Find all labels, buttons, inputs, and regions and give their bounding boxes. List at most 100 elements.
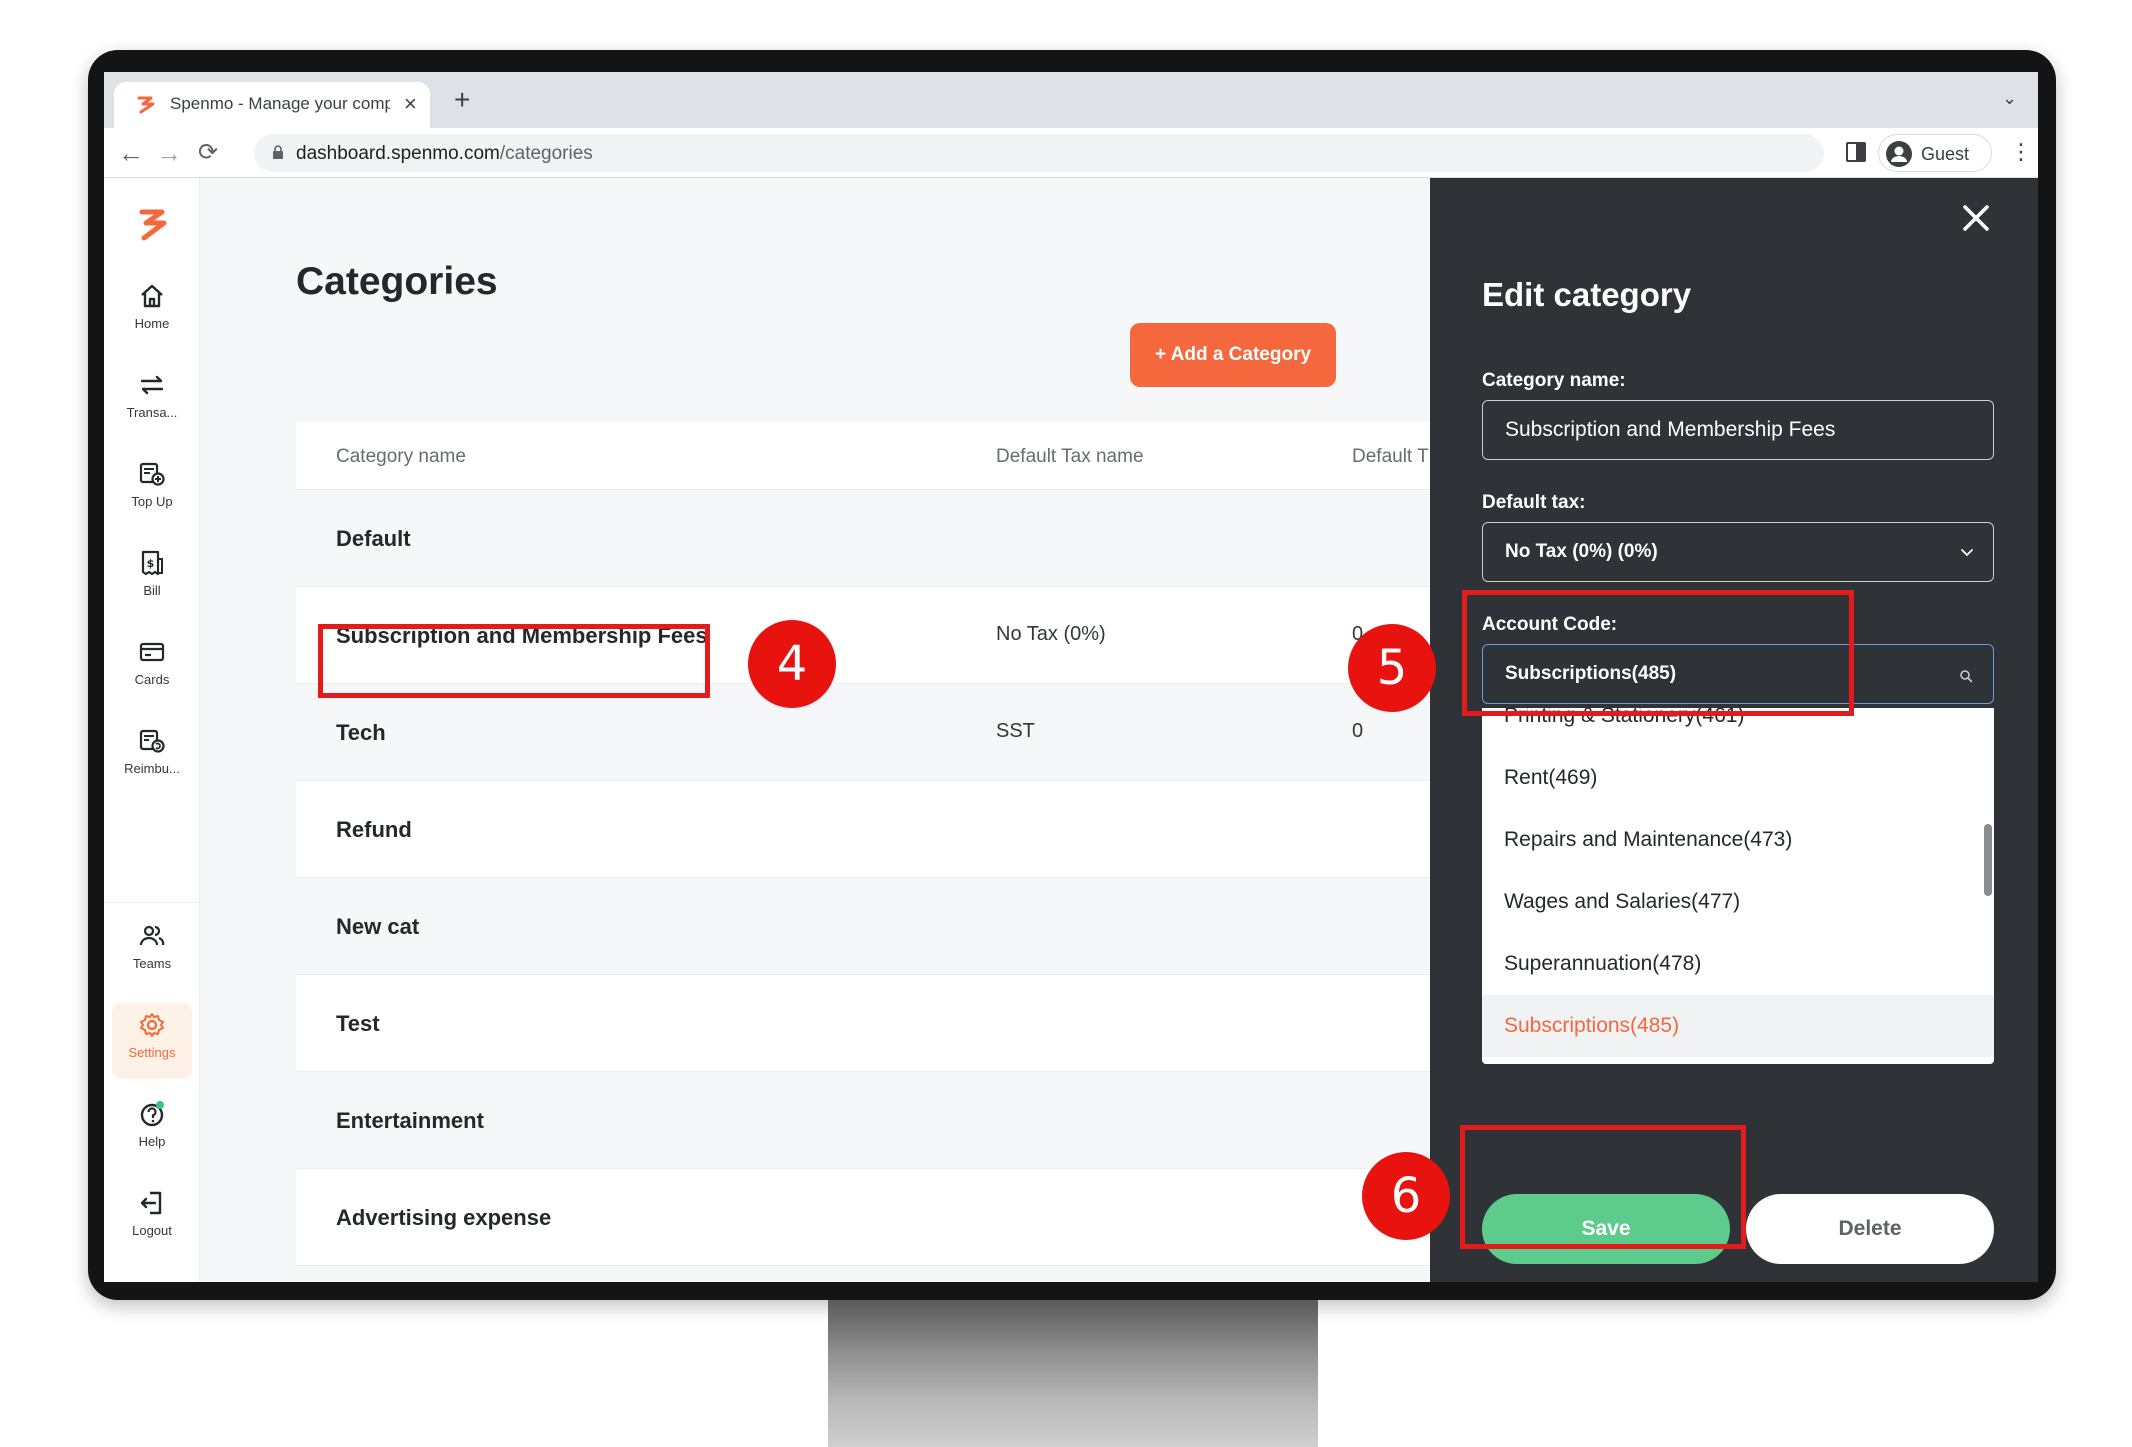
sidebar-item-label: Logout	[132, 1223, 172, 1238]
tab-search-icon[interactable]: ⌄	[2002, 88, 2017, 109]
table-row[interactable]: New cat	[296, 878, 1430, 975]
screen: Spenmo - Manage your company × + ⌄ ← → ⟳…	[104, 72, 2038, 1282]
sidebar-item-cards[interactable]: Cards	[112, 630, 192, 706]
row-tax-rate: 0	[1352, 720, 1364, 742]
lock-icon	[273, 145, 283, 159]
callout-box-save	[1460, 1125, 1746, 1249]
column-header-default-tax-rate: Default T	[1352, 446, 1429, 467]
dropdown-option[interactable]: Superannuation(478)	[1482, 933, 1994, 995]
sidebar-item-label: Home	[134, 316, 170, 331]
row-category-name: Refund	[336, 817, 412, 842]
teams-icon	[139, 925, 165, 946]
tab-close-icon[interactable]: ×	[404, 90, 417, 118]
step-badge-6: 6	[1362, 1152, 1450, 1240]
edit-category-drawer: Edit category Category name: Subscriptio…	[1430, 178, 2038, 1282]
dropdown-option-selected[interactable]: Subscriptions(485)	[1482, 995, 1994, 1057]
spenmo-logo-icon[interactable]	[136, 206, 170, 244]
column-header-default-tax-name: Default Tax name	[996, 446, 1144, 467]
help-icon	[140, 1101, 164, 1127]
sidebar-item-label: Teams	[132, 956, 172, 971]
table-row[interactable]: Tech SST 0	[296, 684, 1430, 781]
sidebar-item-label: Bill	[143, 583, 161, 598]
sidebar-item-label: Top Up	[131, 494, 173, 509]
drawer-title: Edit category	[1482, 276, 1692, 313]
sidebar-item-label: Transa...	[126, 405, 178, 420]
home-icon	[141, 284, 163, 308]
dropdown-scrollbar[interactable]	[1984, 824, 1992, 896]
table-row[interactable]: Entertainment	[296, 1072, 1430, 1169]
browser-menu-icon[interactable]: ⋮	[2010, 136, 2032, 168]
delete-button[interactable]: Delete	[1746, 1194, 1994, 1264]
sidebar-item-label: Reimbu...	[124, 761, 180, 776]
sidebar-item-transactions[interactable]: Transa...	[112, 363, 192, 439]
sidebar-item-bill[interactable]: $ Bill	[112, 541, 192, 617]
sidebar-divider	[104, 902, 200, 903]
account-code-dropdown[interactable]: Printing & Stationery(461) Rent(469) Rep…	[1482, 708, 1994, 1064]
browser-toolbar: ← → ⟳ dashboard.spenmo.com/categories Gu…	[104, 128, 2038, 178]
close-icon[interactable]	[1958, 200, 1994, 236]
page-title: Categories	[296, 260, 498, 303]
url-text: dashboard.spenmo.com/categories	[296, 143, 593, 165]
stage: Spenmo - Manage your company × + ⌄ ← → ⟳…	[0, 0, 2132, 1447]
tab-title: Spenmo - Manage your company	[170, 94, 390, 113]
sidebar: Home Transa... Top Up $ Bill Cards Reimb…	[104, 178, 200, 1282]
dropdown-option[interactable]: Wages and Salaries(477)	[1482, 871, 1994, 933]
monitor-stand	[828, 1300, 1318, 1447]
url-host: dashboard.spenmo.com	[296, 143, 500, 164]
back-icon[interactable]: ←	[118, 137, 144, 169]
bill-icon: $	[141, 550, 163, 576]
row-category-name: Entertainment	[336, 1108, 484, 1133]
sidebar-item-label: Cards	[134, 672, 170, 687]
reimbursement-icon	[139, 729, 165, 753]
default-tax-label: Default tax:	[1482, 492, 1586, 513]
default-tax-value: No Tax (0%) (0%)	[1505, 541, 1658, 562]
side-panel-icon[interactable]	[1846, 142, 1866, 162]
table-row[interactable]: Default	[296, 490, 1430, 587]
profile-button[interactable]: Guest	[1878, 134, 1992, 172]
step-badge-5: 5	[1348, 624, 1436, 712]
sidebar-item-teams[interactable]: Teams	[112, 914, 192, 990]
card-icon	[139, 642, 165, 662]
categories-table: Category name Default Tax name Default T…	[296, 422, 1430, 1266]
row-category-name: Advertising expense	[336, 1205, 552, 1230]
browser-tabbar: Spenmo - Manage your company × + ⌄	[104, 72, 2038, 128]
browser-tab[interactable]: Spenmo - Manage your company ×	[114, 82, 430, 128]
dropdown-option[interactable]: Repairs and Maintenance(473)	[1482, 809, 1994, 871]
table-row[interactable]: Advertising expense	[296, 1169, 1430, 1266]
callout-box-account-code	[1462, 590, 1854, 716]
chevron-down-icon	[1961, 549, 1973, 557]
logout-icon	[140, 1191, 162, 1215]
svg-text:$: $	[147, 557, 155, 570]
dropdown-option[interactable]: Rent(469)	[1482, 747, 1994, 809]
sidebar-item-logout[interactable]: Logout	[112, 1181, 192, 1257]
address-bar[interactable]: dashboard.spenmo.com/categories	[254, 134, 1824, 172]
profile-label: Guest	[1921, 144, 1970, 164]
table-header: Category name Default Tax name Default T	[296, 422, 1430, 490]
category-name-label: Category name:	[1482, 370, 1626, 391]
sidebar-item-label: Help	[138, 1134, 166, 1149]
sidebar-item-top-up[interactable]: Top Up	[112, 452, 192, 528]
row-category-name: Test	[336, 1011, 380, 1036]
sidebar-item-reimbursement[interactable]: Reimbu...	[112, 719, 192, 795]
add-category-button[interactable]: + Add a Category	[1130, 323, 1336, 387]
row-tax-name: SST	[996, 720, 1035, 742]
row-tax-name: No Tax (0%)	[996, 623, 1106, 645]
forward-icon[interactable]: →	[156, 137, 182, 169]
row-category-name: New cat	[336, 914, 420, 939]
top-up-icon	[139, 462, 165, 486]
sidebar-item-help[interactable]: Help	[112, 1092, 192, 1168]
search-icon	[1960, 670, 1973, 683]
spenmo-favicon-icon	[137, 96, 155, 114]
table-row[interactable]: Test	[296, 975, 1430, 1072]
category-name-input[interactable]: Subscription and Membership Fees	[1482, 400, 1994, 460]
default-tax-select[interactable]: No Tax (0%) (0%)	[1482, 522, 1994, 582]
sidebar-item-settings[interactable]: Settings	[112, 1003, 192, 1079]
reload-icon[interactable]: ⟳	[198, 137, 218, 169]
table-row[interactable]: Refund	[296, 781, 1430, 878]
app: Home Transa... Top Up $ Bill Cards Reimb…	[104, 178, 2038, 1282]
sidebar-item-home[interactable]: Home	[112, 274, 192, 350]
profile-avatar-icon	[1886, 141, 1912, 167]
step-badge-4: 4	[748, 620, 836, 708]
new-tab-icon[interactable]: +	[454, 84, 470, 116]
url-path: /categories	[499, 143, 593, 164]
